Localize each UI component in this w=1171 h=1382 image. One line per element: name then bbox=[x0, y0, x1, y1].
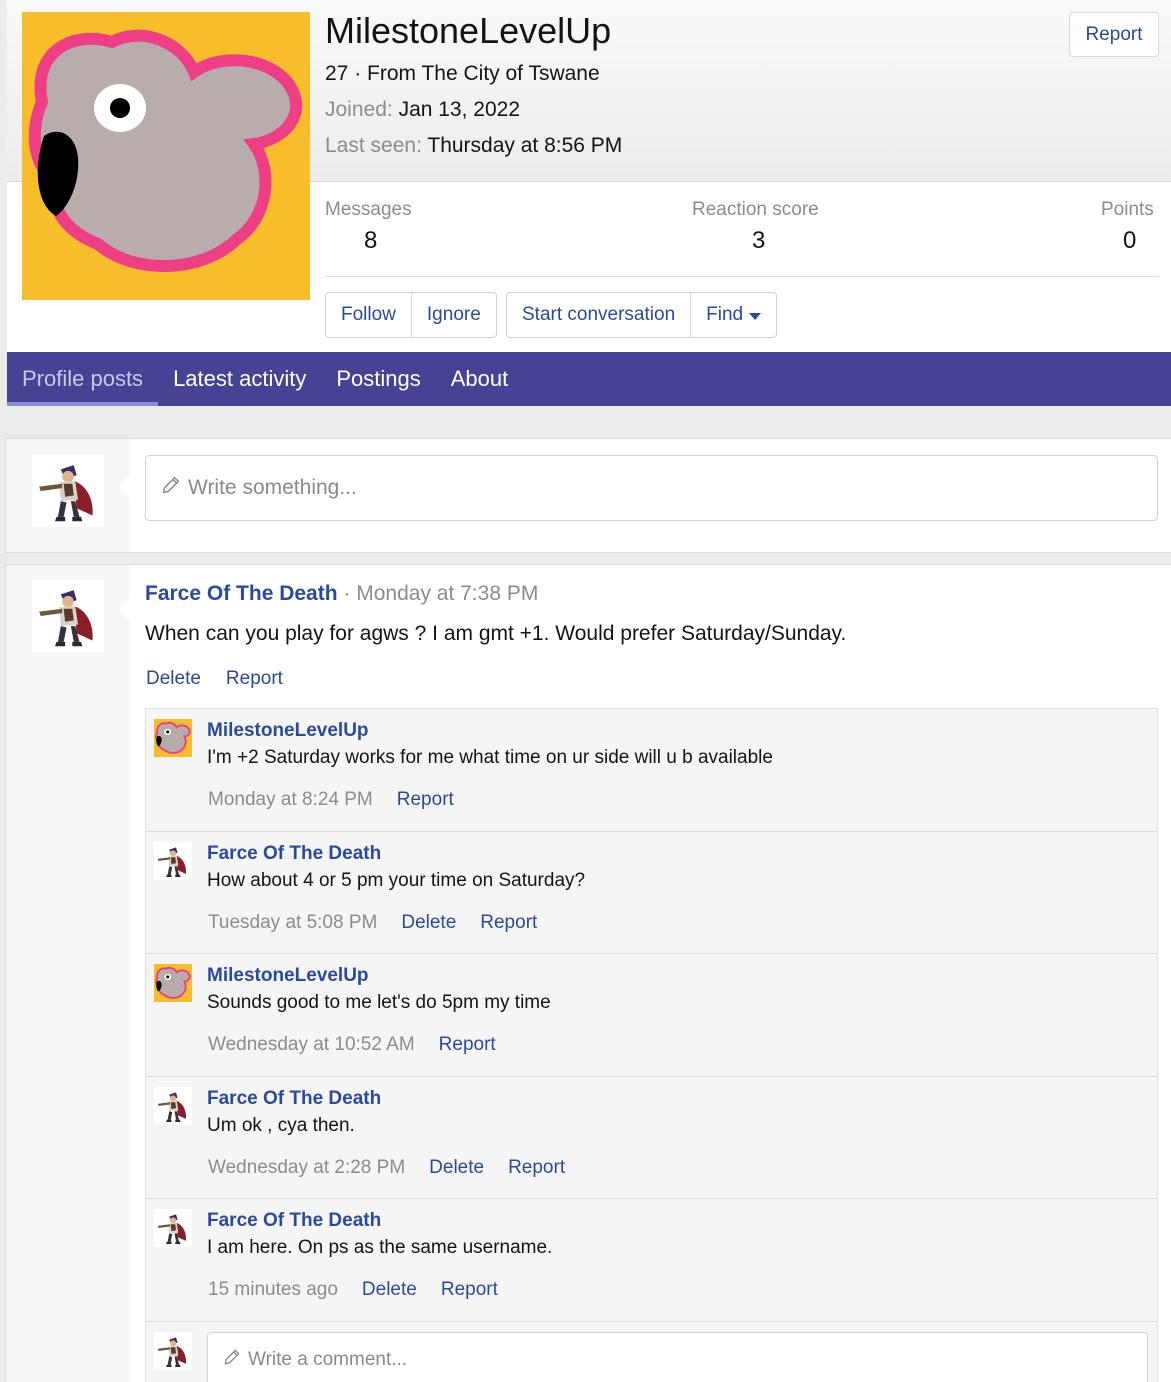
comment-report-link[interactable]: Report bbox=[397, 789, 454, 811]
comment-list: MilestoneLevelUp I'm +2 Saturday works f… bbox=[145, 708, 1158, 1382]
points-label: Points bbox=[1101, 199, 1154, 220]
follow-ignore-group: Follow Ignore bbox=[325, 292, 497, 338]
profile-tabs: Profile posts Latest activity Postings A… bbox=[7, 352, 1171, 406]
comment-text: Um ok , cya then. bbox=[207, 1114, 355, 1136]
comment-footer: Monday at 8:24 PM Report bbox=[208, 789, 454, 811]
comment-author[interactable]: Farce Of The Death bbox=[207, 1210, 381, 1232]
comment-footer: Tuesday at 5:08 PM Delete Report bbox=[208, 912, 537, 934]
start-conversation-button[interactable]: Start conversation bbox=[507, 293, 692, 337]
comment-delete-link[interactable]: Delete bbox=[362, 1279, 417, 1301]
comment-avatar[interactable] bbox=[154, 842, 192, 880]
joined-label: Joined: bbox=[325, 98, 393, 121]
comment-footer: Wednesday at 10:52 AM Report bbox=[208, 1034, 496, 1056]
find-label: Find bbox=[706, 304, 744, 325]
tab-postings[interactable]: Postings bbox=[321, 352, 435, 406]
profile-avatar[interactable] bbox=[22, 12, 310, 300]
joined-value: Jan 13, 2022 bbox=[398, 98, 520, 121]
comment-item: Farce Of The Death I am here. On ps as t… bbox=[146, 1199, 1157, 1322]
current-user-avatar[interactable] bbox=[154, 1332, 192, 1370]
last-seen-value: Thursday at 8:56 PM bbox=[427, 134, 623, 157]
write-something-input[interactable]: Write something... bbox=[145, 455, 1158, 521]
post-actions: Delete Report bbox=[146, 668, 283, 690]
comment-report-link[interactable]: Report bbox=[439, 1034, 496, 1056]
post-delete-link[interactable]: Delete bbox=[146, 668, 201, 690]
reaction-score-label: Reaction score bbox=[692, 199, 819, 220]
comment-item: Farce Of The Death Um ok , cya then. Wed… bbox=[146, 1077, 1157, 1200]
comment-text: How about 4 or 5 pm your time on Saturda… bbox=[207, 869, 586, 891]
comment-text: I'm +2 Saturday works for me what time o… bbox=[207, 747, 773, 768]
messages-label: Messages bbox=[325, 199, 412, 220]
comment-write-row: Write a comment... bbox=[146, 1322, 1157, 1382]
current-user-avatar[interactable] bbox=[32, 455, 104, 527]
comment-avatar[interactable] bbox=[154, 1209, 192, 1247]
pencil-icon bbox=[222, 1347, 242, 1373]
comment-time[interactable]: Tuesday at 5:08 PM bbox=[208, 912, 377, 934]
comment-avatar[interactable] bbox=[154, 1087, 192, 1125]
ignore-button[interactable]: Ignore bbox=[412, 293, 496, 337]
comment-report-link[interactable]: Report bbox=[441, 1279, 498, 1301]
comment-time[interactable]: Wednesday at 10:52 AM bbox=[208, 1034, 415, 1056]
profile-username: MilestoneLevelUp bbox=[325, 10, 612, 51]
stats-divider bbox=[325, 276, 1159, 277]
comment-item: MilestoneLevelUp I'm +2 Saturday works f… bbox=[146, 709, 1157, 832]
comment-footer: Wednesday at 2:28 PM Delete Report bbox=[208, 1157, 565, 1179]
comment-time[interactable]: Monday at 8:24 PM bbox=[208, 789, 373, 811]
post-author-avatar[interactable] bbox=[32, 580, 104, 652]
write-comment-input[interactable]: Write a comment... bbox=[207, 1331, 1148, 1382]
comment-delete-link[interactable]: Delete bbox=[401, 912, 456, 934]
new-profile-post: Write something... bbox=[5, 438, 1171, 553]
comment-report-link[interactable]: Report bbox=[480, 912, 537, 934]
last-seen-label: Last seen: bbox=[325, 134, 422, 157]
conversation-find-group: Start conversation Find bbox=[506, 292, 778, 338]
comment-author[interactable]: Farce Of The Death bbox=[207, 843, 381, 865]
post-side-column bbox=[6, 565, 130, 1382]
post-side-column bbox=[6, 439, 130, 552]
write-comment-placeholder: Write a comment... bbox=[248, 1348, 408, 1370]
post-separator: · bbox=[337, 582, 357, 605]
comment-author[interactable]: MilestoneLevelUp bbox=[207, 720, 369, 742]
comment-avatar[interactable] bbox=[154, 964, 192, 1002]
comment-avatar[interactable] bbox=[154, 719, 192, 757]
profile-joined: Joined: Jan 13, 2022 bbox=[325, 98, 520, 122]
comment-item: Farce Of The Death How about 4 or 5 pm y… bbox=[146, 832, 1157, 955]
points-value[interactable]: 0 bbox=[1123, 227, 1136, 255]
write-something-placeholder: Write something... bbox=[188, 476, 357, 499]
comment-footer: 15 minutes ago Delete Report bbox=[208, 1279, 498, 1301]
profile-last-seen: Last seen: Thursday at 8:56 PM bbox=[325, 134, 622, 158]
profile-card: MilestoneLevelUp 27 · From The City of T… bbox=[7, 0, 1171, 406]
post-header: Farce Of The Death · Monday at 7:38 PM bbox=[145, 582, 538, 606]
tab-about[interactable]: About bbox=[436, 352, 524, 406]
profile-subtitle: 27 · From The City of Tswane bbox=[325, 62, 600, 85]
pencil-icon bbox=[160, 474, 182, 502]
comment-delete-link[interactable]: Delete bbox=[429, 1157, 484, 1179]
post-text: When can you play for agws ? I am gmt +1… bbox=[145, 622, 847, 645]
profile-report-button[interactable]: Report bbox=[1069, 12, 1159, 57]
comment-report-link[interactable]: Report bbox=[508, 1157, 565, 1179]
post-author[interactable]: Farce Of The Death bbox=[145, 582, 338, 605]
comment-text: I am here. On ps as the same username. bbox=[207, 1237, 553, 1259]
find-button[interactable]: Find bbox=[691, 293, 776, 337]
comment-author[interactable]: Farce Of The Death bbox=[207, 1088, 381, 1110]
comment-time[interactable]: Wednesday at 2:28 PM bbox=[208, 1157, 405, 1179]
bubble-notch bbox=[118, 598, 130, 622]
profile-post: Farce Of The Death · Monday at 7:38 PM W… bbox=[5, 564, 1171, 1382]
follow-button[interactable]: Follow bbox=[326, 293, 412, 337]
messages-value[interactable]: 8 bbox=[364, 227, 377, 255]
comment-item: MilestoneLevelUp Sounds good to me let's… bbox=[146, 954, 1157, 1077]
post-report-link[interactable]: Report bbox=[226, 668, 283, 690]
reaction-score-value[interactable]: 3 bbox=[752, 227, 765, 255]
post-time[interactable]: Monday at 7:38 PM bbox=[356, 582, 538, 605]
tab-latest-activity[interactable]: Latest activity bbox=[158, 352, 321, 406]
caret-down-icon bbox=[749, 312, 762, 320]
comment-time[interactable]: 15 minutes ago bbox=[208, 1279, 338, 1301]
tab-profile-posts[interactable]: Profile posts bbox=[7, 352, 159, 406]
comment-text: Sounds good to me let's do 5pm my time bbox=[207, 992, 551, 1014]
bubble-notch bbox=[118, 474, 130, 498]
comment-author[interactable]: MilestoneLevelUp bbox=[207, 965, 369, 987]
